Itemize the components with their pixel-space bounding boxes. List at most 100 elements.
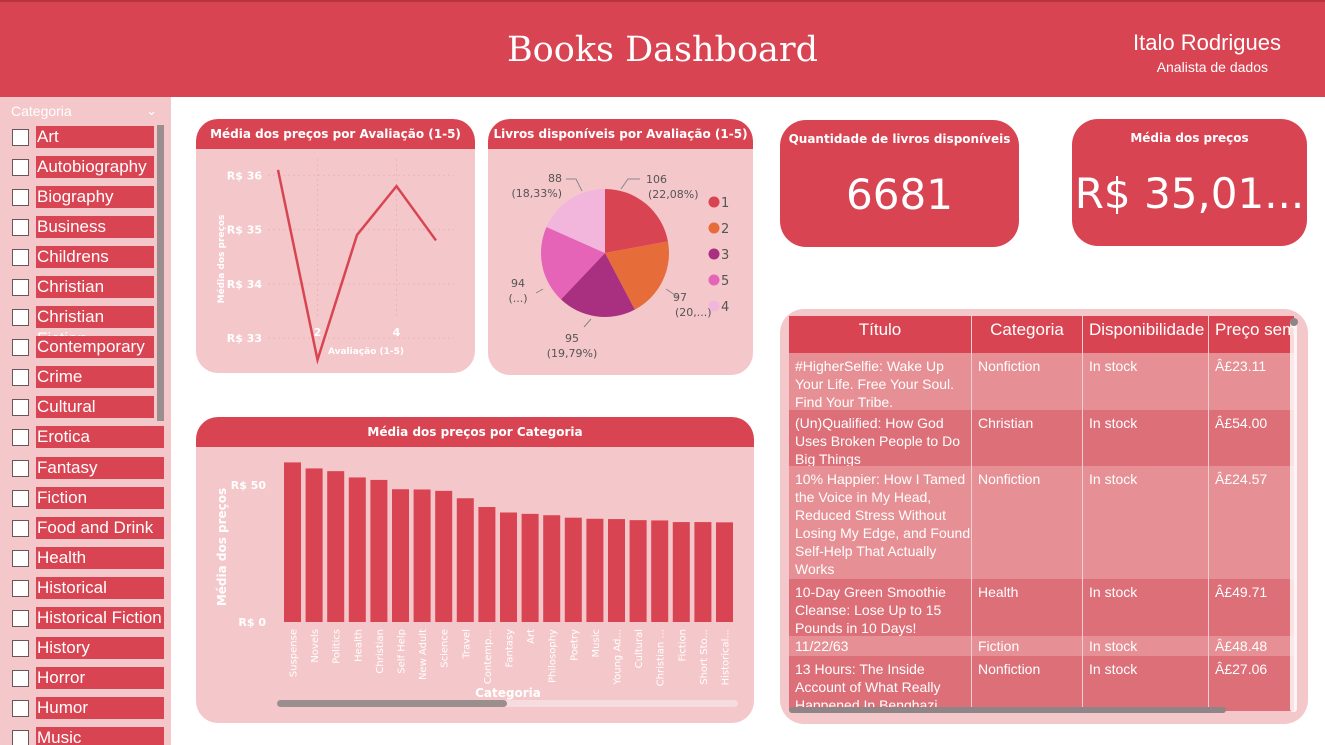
slicer-item[interactable]: Fiction [0, 486, 171, 516]
scroll-thumb-icon[interactable] [1290, 318, 1298, 326]
bar[interactable] [284, 462, 301, 622]
slicer-scrollbar[interactable] [157, 125, 164, 421]
checkbox[interactable] [12, 639, 29, 657]
slicer-item[interactable]: Food and Drink [0, 516, 171, 546]
column-header-disponibilidade[interactable]: Disponibilidade [1083, 316, 1209, 353]
bar[interactable] [478, 507, 496, 622]
bar[interactable] [651, 520, 669, 622]
slicer-item[interactable]: Business [0, 215, 171, 245]
table-cell-preco: Â£27.06 [1215, 661, 1268, 677]
slicer-item[interactable]: Christian [0, 275, 171, 305]
slicer-item-label: Food and Drink [36, 516, 164, 539]
bar[interactable] [435, 490, 453, 622]
slicer-item[interactable]: Christian Fiction [0, 305, 171, 348]
table-cell-disponibilidade: In stock [1083, 579, 1209, 636]
checkbox[interactable] [12, 609, 29, 627]
checkbox[interactable] [12, 189, 29, 207]
table-row[interactable]: 13 Hours: The Inside Account of What Rea… [789, 656, 1294, 711]
column-header-categoria[interactable]: Categoria [972, 316, 1083, 353]
x-tick-label: Contemp... [483, 629, 494, 684]
checkbox[interactable] [12, 309, 29, 327]
y-tick-label: R$ 50 [231, 479, 267, 492]
slicer-item[interactable]: Music [0, 726, 171, 745]
slicer-header[interactable]: Categoria ⌄ [11, 103, 161, 121]
bar[interactable] [500, 512, 517, 622]
bar[interactable] [413, 489, 431, 622]
checkbox[interactable] [12, 489, 29, 507]
bar[interactable] [456, 498, 474, 622]
checkbox[interactable] [12, 699, 29, 717]
y-axis-label: Média dos preços [216, 215, 227, 304]
checkbox[interactable] [12, 399, 29, 417]
bar[interactable] [672, 522, 690, 622]
slicer-item[interactable]: Childrens [0, 245, 171, 275]
checkbox[interactable] [12, 249, 29, 267]
table-row[interactable]: (Un)Qualified: How God Uses Broken Peopl… [789, 410, 1294, 466]
slicer-item[interactable]: Fantasy [0, 456, 171, 486]
table-cell-disponibilidade: In stock [1083, 410, 1209, 466]
x-tick-label: Philosophy [548, 629, 559, 683]
column-header-titulo[interactable]: Título [789, 316, 972, 353]
y-tick-label: R$ 34 [227, 278, 263, 291]
slicer-item[interactable]: Art [0, 125, 171, 155]
chevron-down-icon[interactable]: ⌄ [146, 103, 157, 119]
y-tick-label: R$ 0 [238, 616, 266, 629]
slicer-item[interactable]: Health [0, 546, 171, 576]
checkbox[interactable] [12, 429, 29, 447]
bar[interactable] [694, 522, 712, 622]
table-row[interactable]: 10% Happier: How I Tamed the Voice in My… [789, 466, 1294, 579]
scroll-thumb[interactable] [277, 700, 507, 707]
bar[interactable] [608, 519, 625, 622]
bar[interactable] [521, 513, 539, 622]
table-vertical-scrollbar[interactable] [1290, 319, 1297, 712]
table-cell-categoria: Nonfiction [972, 466, 1083, 579]
checkbox[interactable] [12, 219, 29, 237]
bar[interactable] [327, 471, 345, 622]
table-horizontal-scrollbar[interactable] [789, 707, 1226, 713]
checkbox[interactable] [12, 669, 29, 687]
table-row[interactable]: 11/22/63 Fiction In stock Â£48.48 [789, 636, 1294, 656]
slicer-item[interactable]: Contemporary [0, 335, 171, 365]
kpi-quantity-value: 6681 [846, 170, 953, 219]
bar[interactable] [716, 522, 733, 622]
checkbox[interactable] [12, 129, 29, 146]
slicer-item[interactable]: Cultural [0, 395, 171, 425]
books-table-card: Título Categoria Disponibilidade Preço s… [780, 309, 1308, 724]
column-header-preco[interactable]: Preço sem [1209, 316, 1294, 353]
checkbox[interactable] [12, 579, 29, 597]
bar[interactable] [305, 468, 323, 622]
slicer-item[interactable]: Horror [0, 666, 171, 696]
checkbox[interactable] [12, 339, 29, 357]
bar[interactable] [564, 517, 582, 622]
checkbox[interactable] [12, 549, 29, 567]
slicer-item[interactable]: Historical [0, 576, 171, 606]
checkbox[interactable] [12, 459, 29, 477]
slicer-item[interactable]: Crime [0, 365, 171, 395]
x-tick-label: Fantasy [505, 629, 516, 668]
checkbox[interactable] [12, 159, 29, 177]
bar[interactable] [629, 520, 647, 622]
slicer-item[interactable]: Autobiography [0, 155, 171, 185]
slicer-item[interactable]: History [0, 636, 171, 666]
checkbox[interactable] [12, 729, 29, 745]
slicer-item[interactable]: Erotica [0, 425, 171, 455]
x-tick-label: Science [440, 629, 451, 668]
bar[interactable] [370, 479, 388, 622]
slice-value-label: 97 [673, 291, 687, 304]
checkbox[interactable] [12, 279, 29, 297]
checkbox[interactable] [12, 369, 29, 387]
table-row[interactable]: 10-Day Green Smoothie Cleanse: Lose Up t… [789, 579, 1294, 636]
bar[interactable] [392, 489, 409, 622]
bar[interactable] [586, 518, 604, 622]
slicer-item[interactable]: Biography [0, 185, 171, 215]
checkbox[interactable] [12, 519, 29, 537]
bar[interactable] [543, 515, 561, 622]
table-row[interactable]: #HigherSelfie: Wake Up Your Life. Free Y… [789, 353, 1294, 410]
slicer-item[interactable]: Humor [0, 696, 171, 726]
bar[interactable] [348, 477, 366, 622]
slicer-item-label: Cultural [36, 396, 154, 419]
series-line[interactable] [276, 169, 438, 365]
slicer-item-label: Historical [36, 576, 164, 599]
table-cell-categoria: Nonfiction [972, 353, 1083, 410]
slicer-item[interactable]: Historical Fiction [0, 606, 171, 636]
